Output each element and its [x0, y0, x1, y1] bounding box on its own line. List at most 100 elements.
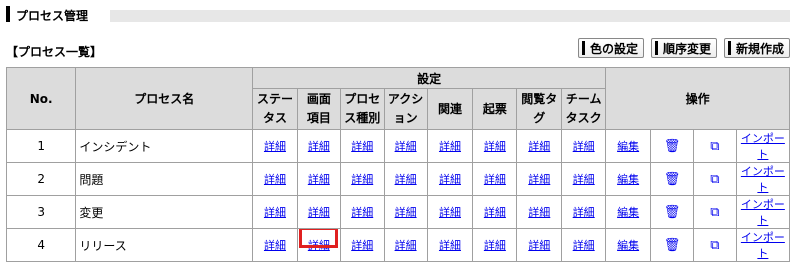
toolbar: 色の設定 順序変更 新規作成	[577, 38, 790, 58]
detail-link-process-type[interactable]: 詳細	[351, 206, 373, 219]
button-accent	[727, 41, 731, 55]
trash-icon[interactable]: 🗑	[664, 205, 681, 220]
detail-link-status[interactable]: 詳細	[264, 206, 286, 219]
reorder-button[interactable]: 順序変更	[650, 38, 717, 58]
cell-action: 詳細	[383, 162, 428, 196]
detail-link-related[interactable]: 詳細	[439, 206, 461, 219]
header-line: 起票	[482, 101, 507, 116]
header-line: 項目	[306, 111, 331, 125]
detail-link-action[interactable]: 詳細	[395, 206, 417, 219]
detail-link-view-tag[interactable]: 詳細	[528, 173, 550, 186]
new-button[interactable]: 新規作成	[723, 38, 790, 58]
list-title: 【プロセス一覧】	[6, 45, 103, 59]
header-setting-process-type: プロセ ス種別	[339, 88, 385, 130]
header-line: タス	[262, 111, 287, 125]
detail-link-related[interactable]: 詳細	[439, 173, 461, 186]
trash-icon[interactable]: 🗑	[664, 139, 681, 154]
row-no: 1	[5, 129, 77, 163]
cell-status: 詳細	[252, 195, 298, 229]
import-link[interactable]: インポート	[741, 198, 785, 227]
detail-link-action[interactable]: 詳細	[395, 239, 417, 252]
cell-copy: ⧉	[692, 129, 737, 163]
detail-link-ticket[interactable]: 詳細	[484, 239, 506, 252]
detail-link-screen-items[interactable]: 詳細	[308, 173, 330, 186]
cell-process-type: 詳細	[339, 162, 385, 196]
trash-icon[interactable]: 🗑	[664, 172, 681, 187]
row-process-name: 変更	[75, 195, 253, 229]
import-link[interactable]: インポート	[741, 165, 785, 194]
cell-process-type: 詳細	[339, 129, 385, 163]
cell-delete: 🗑	[650, 162, 694, 196]
cell-ticket: 詳細	[472, 228, 518, 262]
detail-link-related[interactable]: 詳細	[439, 140, 461, 153]
detail-link-ticket[interactable]: 詳細	[484, 140, 506, 153]
detail-link-status[interactable]: 詳細	[264, 239, 286, 252]
detail-link-view-tag[interactable]: 詳細	[528, 140, 550, 153]
reorder-label: 順序変更	[662, 41, 711, 56]
detail-link-process-type[interactable]: 詳細	[351, 239, 373, 252]
button-accent	[654, 41, 658, 55]
import-link[interactable]: インポート	[741, 231, 785, 260]
header-line: グ	[533, 111, 546, 125]
detail-link-view-tag[interactable]: 詳細	[528, 206, 550, 219]
cell-action: 詳細	[383, 195, 428, 229]
header-setting-related: 関連	[426, 88, 474, 130]
header-line: ステー	[256, 92, 293, 106]
edit-link[interactable]: 編集	[617, 140, 639, 153]
detail-link-team-task[interactable]: 詳細	[573, 239, 595, 252]
color-settings-button[interactable]: 色の設定	[577, 38, 644, 58]
page-header: プロセス管理	[6, 4, 790, 24]
cell-process-type: 詳細	[339, 228, 385, 262]
header-line: ョン	[393, 111, 418, 125]
header-line: 閲覧タ	[521, 92, 558, 106]
cell-edit: 編集	[605, 228, 652, 262]
cell-related: 詳細	[426, 162, 474, 196]
detail-link-related[interactable]: 詳細	[439, 239, 461, 252]
edit-link[interactable]: 編集	[617, 206, 639, 219]
header-line: プロセ	[344, 92, 381, 106]
cell-view-tag: 詳細	[516, 129, 563, 163]
row-no: 4	[5, 228, 77, 262]
cell-team-task: 詳細	[561, 228, 607, 262]
copy-icon[interactable]: ⧉	[710, 172, 719, 187]
detail-link-team-task[interactable]: 詳細	[573, 206, 595, 219]
detail-link-status[interactable]: 詳細	[264, 140, 286, 153]
row-no: 2	[5, 162, 77, 196]
copy-icon[interactable]: ⧉	[710, 139, 719, 154]
detail-link-action[interactable]: 詳細	[395, 173, 417, 186]
import-link[interactable]: インポート	[741, 132, 785, 161]
detail-link-screen-items[interactable]: 詳細	[308, 239, 330, 252]
detail-link-action[interactable]: 詳細	[395, 140, 417, 153]
edit-link[interactable]: 編集	[617, 173, 639, 186]
cell-ticket: 詳細	[472, 129, 518, 163]
header-line: 関連	[437, 101, 462, 116]
detail-link-screen-items[interactable]: 詳細	[308, 206, 330, 219]
cell-ticket: 詳細	[472, 162, 518, 196]
cell-team-task: 詳細	[561, 129, 607, 163]
new-label: 新規作成	[735, 41, 784, 56]
cell-import: インポート	[735, 129, 791, 163]
copy-icon[interactable]: ⧉	[710, 205, 719, 220]
table-row: 2 問題 詳細 詳細 詳細 詳細 詳細 詳細 詳細 詳細 編集 🗑 ⧉ インポート	[5, 162, 791, 196]
edit-link[interactable]: 編集	[617, 239, 639, 252]
cell-related: 詳細	[426, 195, 474, 229]
cell-screen-items: 詳細	[296, 162, 341, 196]
detail-link-status[interactable]: 詳細	[264, 173, 286, 186]
detail-link-process-type[interactable]: 詳細	[351, 173, 373, 186]
detail-link-screen-items[interactable]: 詳細	[308, 140, 330, 153]
cell-import: インポート	[735, 162, 791, 196]
detail-link-team-task[interactable]: 詳細	[573, 140, 595, 153]
header-setting-team-task: チーム タスク	[561, 88, 607, 130]
cell-copy: ⧉	[692, 162, 737, 196]
header-setting-view-tag: 閲覧タグ	[516, 88, 563, 130]
detail-link-process-type[interactable]: 詳細	[351, 140, 373, 153]
detail-link-ticket[interactable]: 詳細	[484, 173, 506, 186]
detail-link-ticket[interactable]: 詳細	[484, 206, 506, 219]
row-process-name: 問題	[75, 162, 253, 196]
detail-link-team-task[interactable]: 詳細	[573, 173, 595, 186]
detail-link-view-tag[interactable]: 詳細	[528, 239, 550, 252]
cell-edit: 編集	[605, 195, 652, 229]
header-setting-screen-items: 画面 項目	[296, 88, 341, 130]
page-title: プロセス管理	[16, 9, 89, 23]
cell-delete: 🗑	[650, 228, 694, 262]
